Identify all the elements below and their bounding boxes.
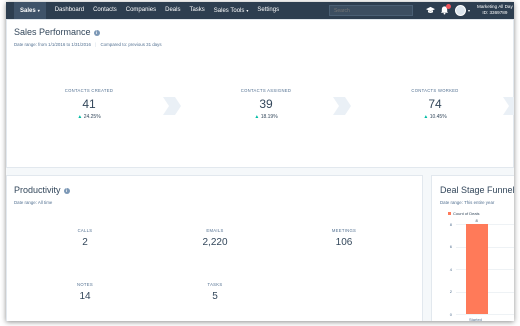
metric-change: ▲ 24.25%	[49, 114, 129, 120]
metric-label: Meetings	[331, 228, 357, 233]
nav-dashboard[interactable]: Dashboard	[55, 2, 84, 19]
graduation-cap-icon[interactable]	[426, 6, 435, 15]
nav-contacts[interactable]: Contacts	[93, 2, 117, 19]
metric-value: 14	[79, 291, 91, 302]
metric-meetings: Meetings 106	[304, 228, 384, 248]
avatar[interactable]	[455, 5, 466, 16]
chevron-right-icon	[163, 97, 181, 115]
arrow-up-icon: ▲	[423, 114, 429, 120]
metric-change: ▲ 10.45%	[395, 114, 475, 120]
y-tick-label: 6	[449, 244, 452, 249]
compare-text: Compared to: previous 31 days	[100, 42, 162, 47]
productivity-panel: Productivity i Date range: All time Calls…	[6, 175, 423, 321]
change-value: 18.19%	[260, 114, 278, 120]
nav-companies[interactable]: Companies	[126, 2, 156, 19]
metric-value: 74	[428, 97, 442, 111]
metric-contacts-assigned: Contacts Assigned 39 ▲ 18.19%	[226, 88, 306, 120]
date-range-row: Date range: from 1/1/2016 to 1/31/2016 |…	[14, 42, 162, 47]
metric-value: 41	[82, 97, 96, 111]
metric-value: 5	[212, 291, 218, 302]
deal-funnel-chart: 0 2 4 6 8 8 Started	[432, 176, 514, 321]
notification-badge	[446, 4, 451, 9]
nav-tasks[interactable]: Tasks	[189, 2, 204, 19]
info-icon[interactable]: i	[93, 30, 100, 36]
metric-emails: Emails 2,220	[175, 228, 255, 248]
metric-label: Notes	[77, 282, 93, 287]
metric-label: Contacts Worked	[411, 88, 459, 93]
metric-value: 39	[259, 97, 273, 111]
info-icon[interactable]: i	[63, 188, 70, 194]
gridline	[456, 314, 514, 315]
account-info[interactable]: Marketing All Day ID: 3369789	[477, 4, 513, 16]
app-window: Sales ▾ Dashboard Contacts Companies Deal…	[6, 2, 514, 321]
deal-stage-funnel-panel: Deal Stage Funneli Date range: This enti…	[431, 175, 514, 321]
change-value: 10.45%	[429, 114, 447, 120]
metric-label: Tasks	[207, 282, 223, 287]
productivity-title-row: Productivity i	[14, 185, 70, 195]
y-tick-label: 2	[449, 289, 452, 294]
metric-change: ▲ 18.19%	[226, 114, 306, 120]
sales-performance-panel: Sales Performance i Date range: from 1/1/…	[6, 19, 514, 168]
chevron-right-icon	[503, 97, 514, 115]
metric-notes: Notes 14	[45, 282, 125, 302]
metric-tasks: Tasks 5	[175, 282, 255, 302]
nav-sales-tools-menu[interactable]: Sales Tools ▾	[214, 2, 249, 20]
y-tick-label: 8	[449, 221, 452, 227]
chevron-down-icon: ▾	[246, 7, 249, 13]
nav-sales-menu[interactable]: Sales ▾	[14, 2, 46, 20]
metric-contacts-worked: Contacts Worked 74 ▲ 10.45%	[395, 88, 475, 120]
sales-performance-title-row: Sales Performance i	[14, 27, 100, 37]
change-value: 24.25%	[83, 114, 101, 120]
nav-sales-tools-label: Sales Tools	[213, 7, 245, 14]
panel-title: Productivity	[14, 185, 61, 195]
panel-title: Sales Performance	[14, 27, 91, 37]
y-tick-label: 4	[449, 266, 452, 272]
data-label: 8	[475, 218, 478, 223]
y-tick-label: 0	[449, 311, 452, 317]
metric-value: 106	[335, 237, 353, 248]
date-range-text: Date range: from 1/1/2016 to 1/31/2016	[14, 42, 91, 47]
metric-calls: Calls 2	[45, 228, 125, 248]
arrow-up-icon: ▲	[77, 114, 83, 120]
chevron-down-icon[interactable]: ▾	[468, 2, 470, 19]
chart-bar[interactable]	[466, 224, 488, 314]
metric-label: Emails	[206, 228, 224, 233]
chevron-right-icon	[333, 97, 351, 115]
metric-label: Contacts Created	[64, 88, 114, 93]
chevron-down-icon: ▾	[37, 7, 40, 13]
metric-value: 2,220	[202, 237, 228, 248]
top-navigation: Sales ▾ Dashboard Contacts Companies Deal…	[6, 2, 514, 20]
x-tick-label: Started	[469, 317, 482, 321]
nav-sales-label: Sales	[20, 7, 36, 14]
search-input[interactable]	[329, 5, 413, 16]
arrow-up-icon: ▲	[254, 114, 260, 120]
account-id: ID: 3369789	[482, 10, 508, 15]
metric-contacts-created: Contacts Created 41 ▲ 24.25%	[49, 88, 129, 120]
metric-label: Calls	[77, 228, 93, 233]
nav-deals[interactable]: Deals	[165, 2, 180, 19]
metric-value: 2	[82, 237, 88, 248]
metric-label: Contacts Assigned	[240, 88, 292, 93]
nav-settings[interactable]: Settings	[257, 2, 279, 19]
date-range-text: Date range: All time	[14, 200, 53, 205]
